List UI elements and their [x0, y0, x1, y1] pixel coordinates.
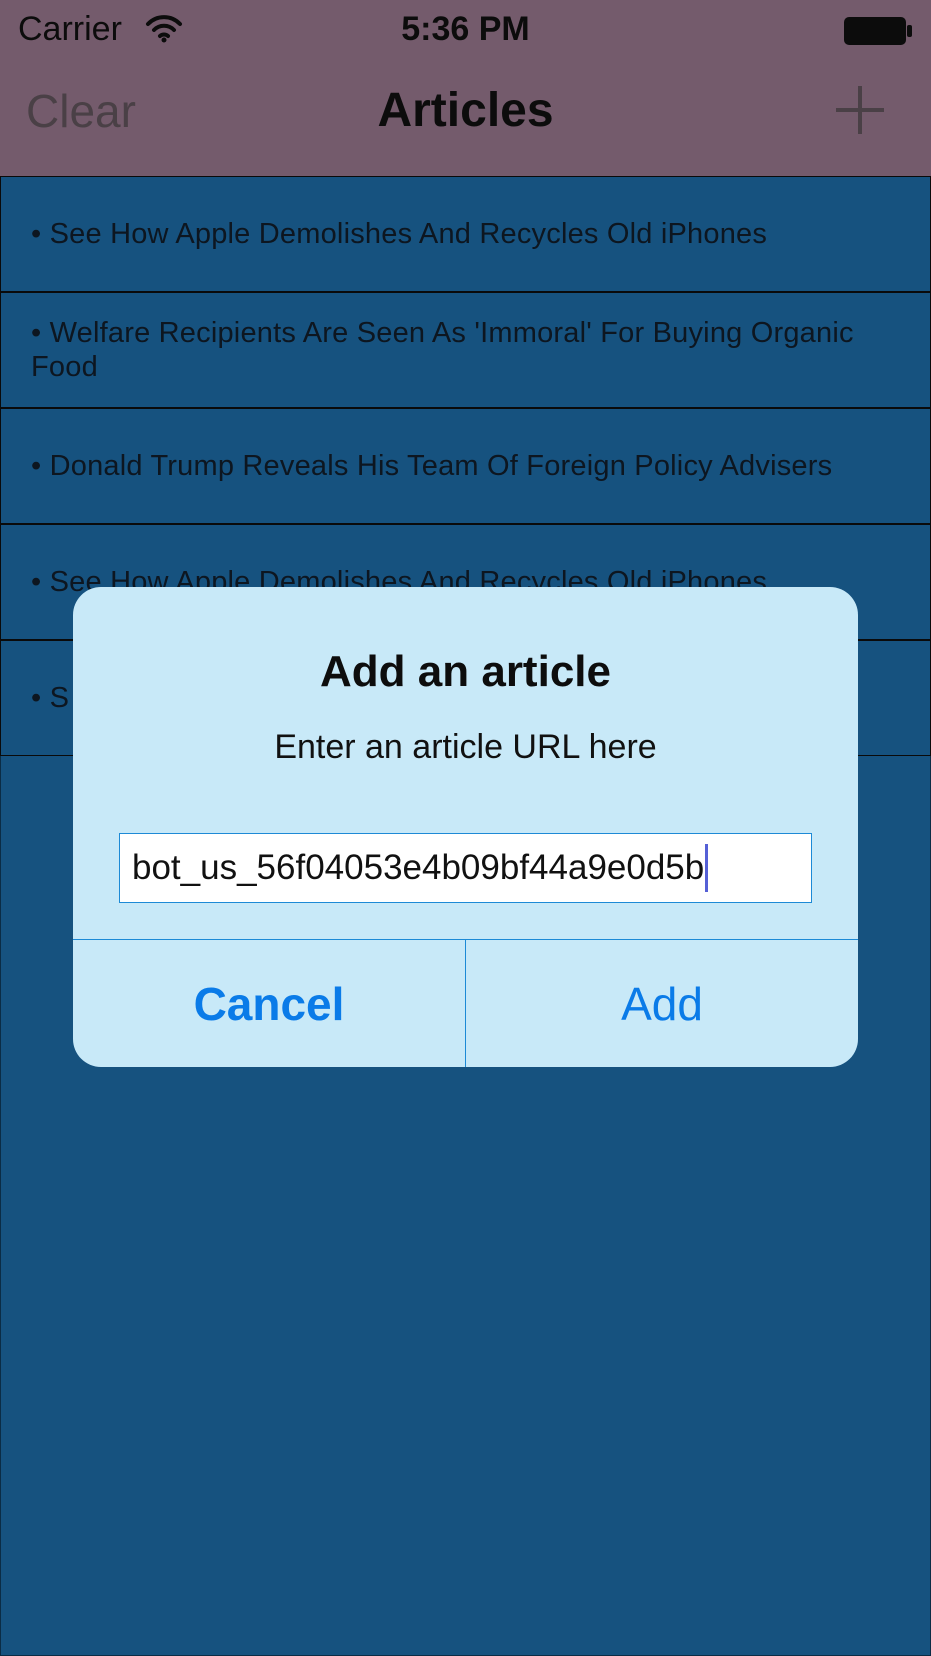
article-title: • Welfare Recipients Are Seen As 'Immora…	[31, 317, 854, 383]
dialog-button-row: Cancel Add	[73, 939, 858, 1067]
list-item[interactable]: • Donald Trump Reveals His Team Of Forei…	[0, 408, 931, 524]
add-article-dialog: Add an article Enter an article URL here…	[73, 587, 858, 1067]
page-title: Articles	[377, 84, 554, 137]
dialog-title: Add an article	[320, 647, 611, 696]
navigation-bar: Carrier 5:36 PM Clear Articles	[0, 0, 931, 177]
cancel-button[interactable]: Cancel	[73, 940, 466, 1067]
text-caret	[705, 844, 709, 892]
clear-button[interactable]: Clear	[26, 84, 136, 138]
dialog-message: Enter an article URL here	[274, 728, 657, 766]
article-title: • Donald Trump Reveals His Team Of Forei…	[31, 450, 833, 482]
url-input-value: bot_us_56f04053e4b09bf44a9e0d5b	[132, 848, 705, 887]
status-time: 5:36 PM	[401, 10, 530, 48]
add-button[interactable]: Add	[466, 940, 858, 1067]
article-title: • See How Apple Demolishes And Recycles …	[31, 218, 768, 250]
list-item[interactable]: • See How Apple Demolishes And Recycles …	[0, 176, 931, 292]
plus-icon[interactable]	[834, 84, 886, 136]
battery-icon	[844, 17, 912, 45]
article-title: • S	[31, 682, 70, 714]
url-input[interactable]: bot_us_56f04053e4b09bf44a9e0d5b	[119, 833, 812, 903]
list-item[interactable]: • Welfare Recipients Are Seen As 'Immora…	[0, 292, 931, 408]
